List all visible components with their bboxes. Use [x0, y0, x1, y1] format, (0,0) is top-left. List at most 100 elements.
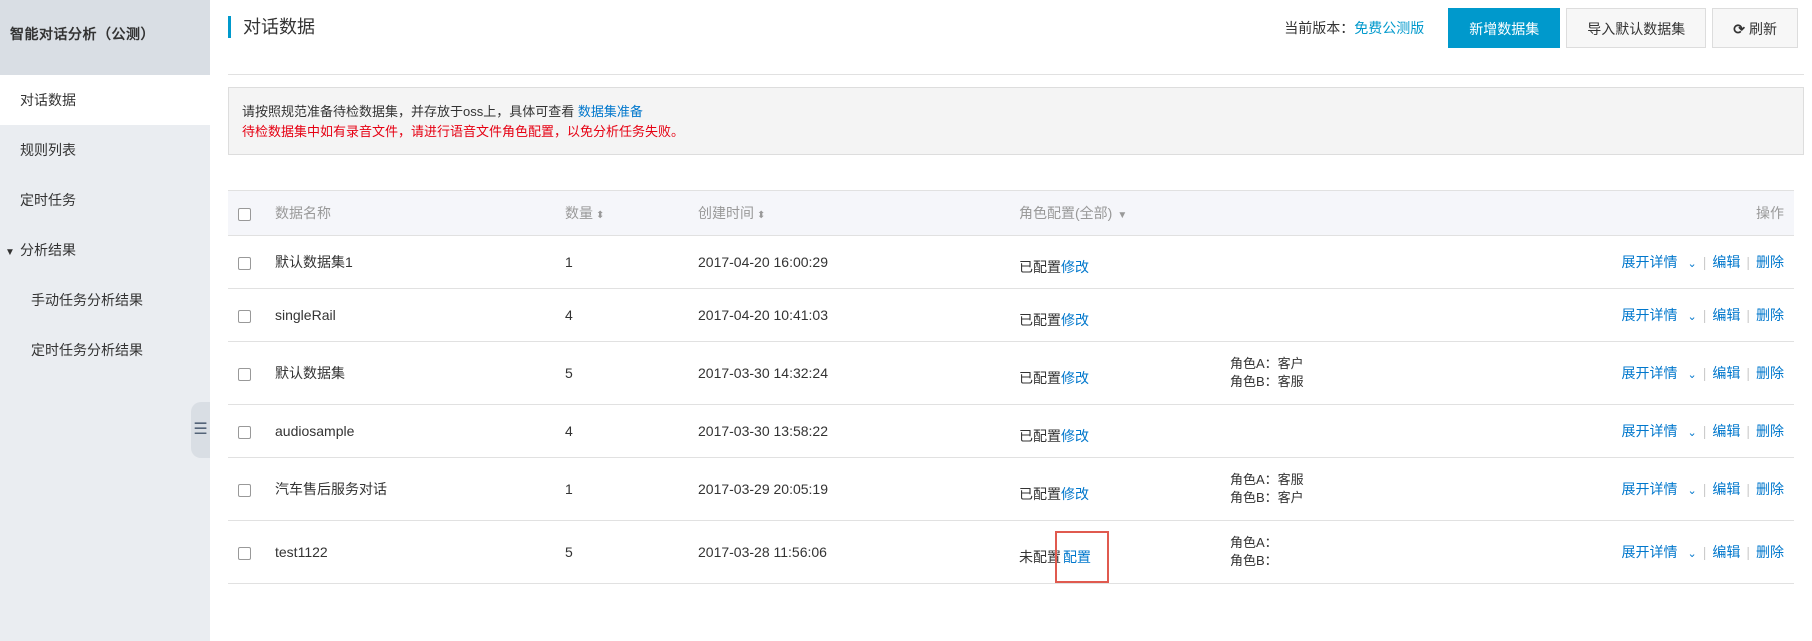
divider: |	[1746, 307, 1750, 323]
sort-icon: ⬍	[757, 210, 766, 221]
expand-details-link[interactable]: 展开详情	[1622, 481, 1678, 497]
role-b: 角色B：	[1230, 553, 1278, 568]
dataset-count: 4	[565, 288, 698, 342]
role-config-action[interactable]: 修改	[1061, 486, 1089, 502]
caret-down-icon: ▼	[5, 247, 15, 258]
divider: |	[1746, 423, 1750, 439]
row-checkbox[interactable]	[238, 546, 251, 560]
role-config-action[interactable]: 修改	[1061, 370, 1089, 386]
chevron-down-icon[interactable]: ⌄	[1688, 368, 1697, 381]
table-row: audiosample 4 2017-03-30 13:58:22 已配置修改 …	[228, 404, 1794, 458]
divider: |	[1702, 365, 1707, 381]
sidebar-item-rule-list[interactable]: 规则列表	[0, 125, 210, 175]
row-checkbox[interactable]	[238, 256, 251, 270]
dataset-created-time: 2017-03-29 20:05:19	[698, 457, 1019, 521]
select-all-checkbox[interactable]	[238, 207, 251, 221]
edit-link[interactable]: 编辑	[1712, 544, 1740, 560]
dataset-count: 1	[565, 235, 698, 289]
divider: |	[1746, 254, 1750, 270]
sidebar-item-manual-results[interactable]: 手动任务分析结果	[0, 275, 210, 325]
new-dataset-button[interactable]: 新增数据集	[1448, 8, 1561, 48]
delete-link[interactable]: 删除	[1756, 423, 1784, 439]
roles-cell: 角色A：客户 角色B：客服	[1230, 341, 1590, 405]
expand-details-link[interactable]: 展开详情	[1622, 365, 1678, 381]
import-default-dataset-button[interactable]: 导入默认数据集	[1566, 8, 1707, 48]
dataset-name: singleRail	[275, 288, 565, 342]
dataset-name: test1122	[275, 520, 565, 584]
chevron-down-icon[interactable]: ⌄	[1688, 484, 1697, 497]
row-checkbox[interactable]	[238, 425, 251, 439]
sidebar-item-scheduled-tasks[interactable]: 定时任务	[0, 175, 210, 225]
version-label: 当前版本：	[1284, 20, 1355, 36]
sidebar: 智能对话分析（公测） 对话数据 规则列表 定时任务 ▼ 分析结果 手动任务分析结果…	[0, 0, 210, 641]
role-config-status: 已配置	[1019, 312, 1061, 328]
dataset-prep-link[interactable]: 数据集准备	[578, 104, 643, 119]
table-row: singleRail 4 2017-04-20 10:41:03 已配置修改 展…	[228, 288, 1794, 342]
delete-link[interactable]: 删除	[1756, 365, 1784, 381]
table-header-row: 数据名称 数量 ⬍ 创建时间 ⬍ 角色配置(全部) ▼ 操作	[228, 190, 1794, 236]
role-config-action[interactable]: 修改	[1061, 428, 1089, 444]
version-link[interactable]: 免费公测版	[1354, 20, 1424, 36]
ops-cell: 展开详情 ⌄ | 编辑 | 删除	[1590, 404, 1794, 458]
header-role-filter[interactable]: 角色配置(全部) ▼	[1019, 190, 1230, 236]
app-title: 智能对话分析（公测）	[0, 0, 210, 75]
row-checkbox[interactable]	[238, 367, 251, 381]
dataset-name: audiosample	[275, 404, 565, 458]
page-title: 对话数据	[228, 16, 315, 38]
dataset-name: 汽车售后服务对话	[275, 457, 565, 521]
roles-cell	[1230, 235, 1590, 289]
sidebar-group-analysis-results[interactable]: ▼ 分析结果	[0, 225, 210, 275]
ops-cell: 展开详情 ⌄ | 编辑 | 删除	[1590, 520, 1794, 584]
expand-details-link[interactable]: 展开详情	[1622, 307, 1678, 323]
chevron-down-icon[interactable]: ⌄	[1688, 426, 1697, 439]
sidebar-collapse-icon[interactable]: ☰	[191, 402, 210, 458]
role-config-action[interactable]: 修改	[1061, 259, 1089, 275]
role-config-action[interactable]: 修改	[1061, 312, 1089, 328]
table-row: 默认数据集 5 2017-03-30 14:32:24 已配置修改 角色A：客户…	[228, 341, 1794, 405]
sidebar-item-dialog-data[interactable]: 对话数据	[0, 75, 210, 125]
ops-cell: 展开详情 ⌄ | 编辑 | 删除	[1590, 235, 1794, 289]
sort-icon: ⬍	[596, 210, 605, 221]
delete-link[interactable]: 删除	[1756, 544, 1784, 560]
delete-link[interactable]: 删除	[1756, 254, 1784, 270]
divider: |	[1702, 423, 1707, 439]
table-row: test1122 5 2017-03-28 11:56:06 未配置 配置 角色A…	[228, 520, 1794, 584]
divider: |	[1702, 254, 1707, 270]
edit-link[interactable]: 编辑	[1712, 423, 1740, 439]
expand-details-link[interactable]: 展开详情	[1622, 254, 1678, 270]
dataset-table: 数据名称 数量 ⬍ 创建时间 ⬍ 角色配置(全部) ▼ 操作 默认数据集1 1 201…	[228, 190, 1794, 584]
header-time[interactable]: 创建时间 ⬍	[698, 190, 1019, 236]
role-b: 角色B：客户	[1230, 490, 1304, 505]
role-config-cell: 已配置修改	[1019, 404, 1230, 458]
role-config-status: 已配置	[1019, 259, 1061, 275]
edit-link[interactable]: 编辑	[1712, 365, 1740, 381]
delete-link[interactable]: 删除	[1756, 307, 1784, 323]
row-checkbox-cell	[228, 235, 275, 289]
sidebar-item-scheduled-results[interactable]: 定时任务分析结果	[0, 325, 210, 375]
dataset-name: 默认数据集1	[275, 235, 565, 289]
dataset-created-time: 2017-04-20 10:41:03	[698, 288, 1019, 342]
header-count[interactable]: 数量 ⬍	[565, 190, 698, 236]
edit-link[interactable]: 编辑	[1712, 254, 1740, 270]
header-ops: 操作	[1590, 190, 1794, 236]
chevron-down-icon[interactable]: ⌄	[1688, 547, 1697, 560]
roles-cell: 角色A：客服 角色B：客户	[1230, 457, 1590, 521]
edit-link[interactable]: 编辑	[1712, 307, 1740, 323]
notice-box: 请按照规范准备待检数据集，并存放于oss上，具体可查看 数据集准备 待检数据集中…	[228, 87, 1804, 155]
role-config-action[interactable]: 配置	[1063, 549, 1091, 565]
refresh-button[interactable]: ⟳ 刷新	[1712, 8, 1798, 48]
delete-link[interactable]: 删除	[1756, 481, 1784, 497]
divider: |	[1702, 307, 1707, 323]
divider: |	[1746, 365, 1750, 381]
expand-details-link[interactable]: 展开详情	[1622, 544, 1678, 560]
chevron-down-icon[interactable]: ⌄	[1688, 257, 1697, 270]
header-count-label: 数量	[565, 205, 593, 221]
edit-link[interactable]: 编辑	[1712, 481, 1740, 497]
chevron-down-icon[interactable]: ⌄	[1688, 310, 1697, 323]
role-config-cell: 已配置修改	[1019, 235, 1230, 289]
divider: |	[1702, 544, 1707, 560]
row-checkbox[interactable]	[238, 483, 251, 497]
expand-details-link[interactable]: 展开详情	[1622, 423, 1678, 439]
dataset-created-time: 2017-03-30 14:32:24	[698, 341, 1019, 405]
row-checkbox[interactable]	[238, 309, 251, 323]
